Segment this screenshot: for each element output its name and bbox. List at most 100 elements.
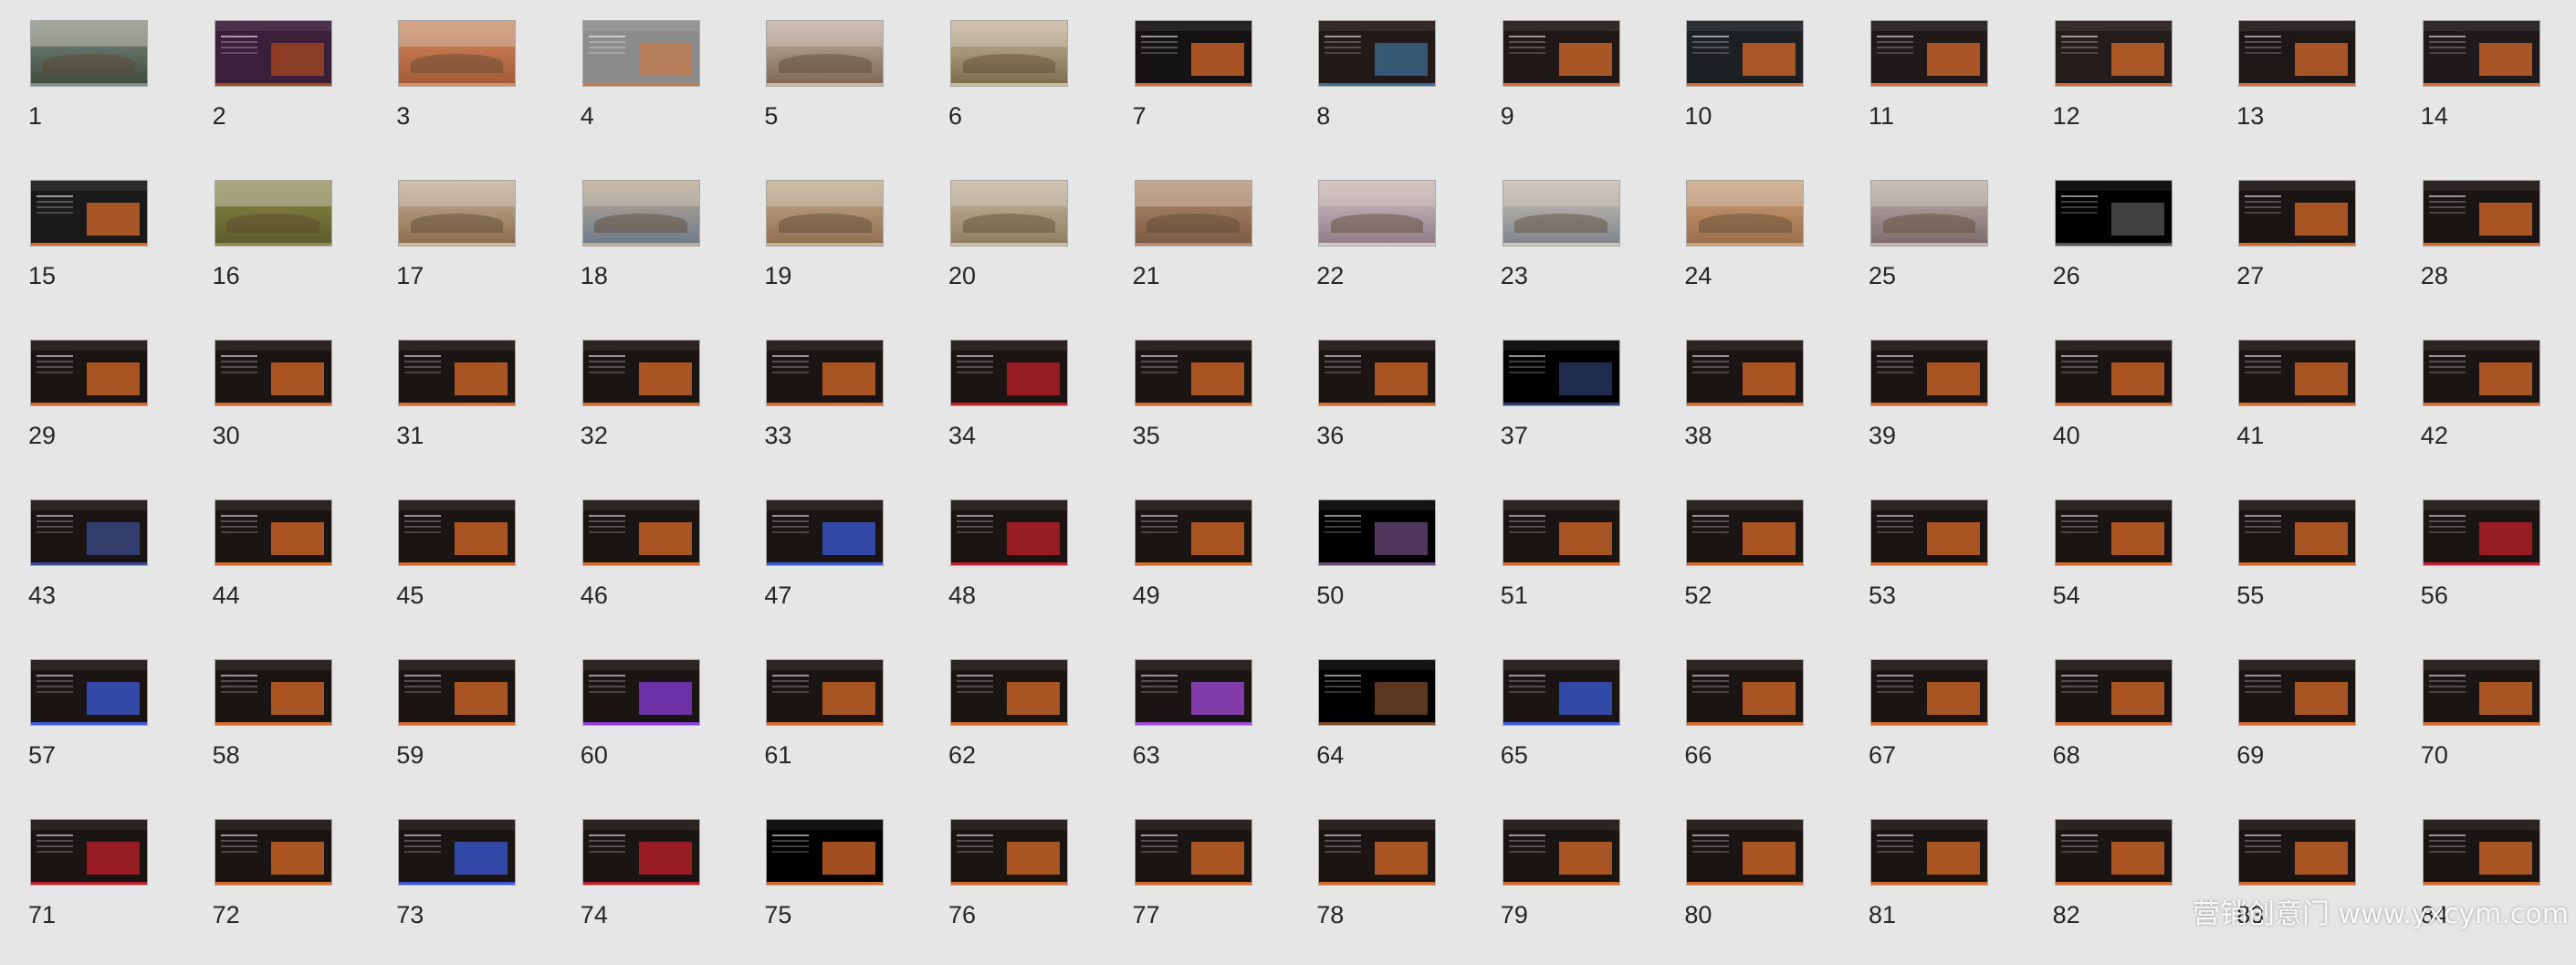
slide-thumbnail-item[interactable]: 54 <box>2053 499 2217 645</box>
slide-thumbnail-item[interactable]: 40 <box>2053 340 2217 486</box>
slide-thumbnail-item[interactable]: 4 <box>581 20 745 166</box>
slide-thumbnail-item[interactable]: 25 <box>1869 180 2033 326</box>
slide-thumbnail-item[interactable]: 80 <box>1684 819 1848 965</box>
slide-preview-image[interactable] <box>581 819 700 886</box>
slide-preview-image[interactable] <box>1318 340 1437 406</box>
slide-thumbnail-item[interactable]: 36 <box>1316 340 1481 486</box>
slide-thumbnail-item[interactable]: 39 <box>1869 340 2033 486</box>
slide-preview-image[interactable] <box>1318 819 1437 886</box>
slide-thumbnail-item[interactable]: 66 <box>1684 659 1848 805</box>
slide-thumbnail-item[interactable]: 6 <box>948 20 1113 166</box>
slide-thumbnail-item[interactable]: 19 <box>764 180 928 326</box>
slide-preview-image[interactable] <box>950 180 1068 246</box>
slide-preview-image[interactable] <box>581 20 700 87</box>
slide-thumbnail-item[interactable]: 84 <box>2421 819 2576 965</box>
slide-thumbnail-item[interactable]: 37 <box>1501 340 1665 486</box>
slide-preview-image[interactable] <box>1870 340 1988 406</box>
slide-thumbnail-item[interactable]: 17 <box>396 180 560 326</box>
slide-thumbnail-item[interactable]: 61 <box>764 659 928 805</box>
slide-thumbnail-item[interactable]: 83 <box>2236 819 2401 965</box>
slide-preview-image[interactable] <box>1870 499 1988 566</box>
slide-thumbnail-item[interactable]: 12 <box>2053 20 2217 166</box>
slide-preview-image[interactable] <box>1134 659 1252 726</box>
slide-thumbnail-item[interactable]: 76 <box>948 819 1113 965</box>
slide-preview-image[interactable] <box>1686 340 1805 406</box>
slide-thumbnail-item[interactable]: 34 <box>948 340 1113 486</box>
slide-preview-image[interactable] <box>2238 20 2357 87</box>
slide-preview-image[interactable] <box>766 819 885 886</box>
slide-preview-image[interactable] <box>1134 499 1252 566</box>
slide-preview-image[interactable] <box>1318 499 1437 566</box>
slide-thumbnail-item[interactable]: 22 <box>1316 180 1481 326</box>
slide-preview-image[interactable] <box>2422 340 2540 406</box>
slide-preview-image[interactable] <box>1686 499 1805 566</box>
slide-preview-image[interactable] <box>950 499 1068 566</box>
slide-thumbnail-item[interactable]: 50 <box>1316 499 1481 645</box>
slide-thumbnail-item[interactable]: 14 <box>2421 20 2576 166</box>
slide-preview-image[interactable] <box>950 819 1068 886</box>
slide-preview-image[interactable] <box>950 340 1068 406</box>
slide-preview-image[interactable] <box>766 340 885 406</box>
slide-preview-image[interactable] <box>766 499 885 566</box>
slide-thumbnail-item[interactable]: 1 <box>28 20 193 166</box>
slide-thumbnail-item[interactable]: 69 <box>2236 659 2401 805</box>
slide-thumbnail-item[interactable]: 73 <box>396 819 560 965</box>
slide-preview-image[interactable] <box>2054 819 2173 886</box>
slide-thumbnail-item[interactable]: 45 <box>396 499 560 645</box>
slide-preview-image[interactable] <box>2054 499 2173 566</box>
slide-thumbnail-item[interactable]: 59 <box>396 659 560 805</box>
slide-thumbnail-item[interactable]: 75 <box>764 819 928 965</box>
slide-thumbnail-item[interactable]: 44 <box>213 499 377 645</box>
slide-thumbnail-item[interactable]: 48 <box>948 499 1113 645</box>
slide-thumbnail-item[interactable]: 52 <box>1684 499 1848 645</box>
slide-thumbnail-item[interactable]: 13 <box>2236 20 2401 166</box>
slide-thumbnail-item[interactable]: 49 <box>1133 499 1297 645</box>
slide-preview-image[interactable] <box>581 659 700 726</box>
slide-thumbnail-item[interactable]: 35 <box>1133 340 1297 486</box>
slide-thumbnail-item[interactable]: 79 <box>1501 819 1665 965</box>
slide-thumbnail-item[interactable]: 71 <box>28 819 193 965</box>
slide-preview-image[interactable] <box>398 340 517 406</box>
slide-preview-image[interactable] <box>2422 20 2540 87</box>
slide-preview-image[interactable] <box>2054 659 2173 726</box>
slide-preview-image[interactable] <box>2054 20 2173 87</box>
slide-preview-image[interactable] <box>30 659 148 726</box>
slide-thumbnail-item[interactable]: 11 <box>1869 20 2033 166</box>
slide-thumbnail-item[interactable]: 56 <box>2421 499 2576 645</box>
slide-thumbnail-item[interactable]: 16 <box>213 180 377 326</box>
slide-preview-image[interactable] <box>1502 340 1620 406</box>
slide-preview-image[interactable] <box>1870 659 1988 726</box>
slide-preview-image[interactable] <box>1870 819 1988 886</box>
slide-thumbnail-item[interactable]: 64 <box>1316 659 1481 805</box>
slide-thumbnail-item[interactable]: 7 <box>1133 20 1297 166</box>
slide-preview-image[interactable] <box>1134 180 1252 246</box>
slide-thumbnail-item[interactable]: 77 <box>1133 819 1297 965</box>
slide-thumbnail-item[interactable]: 42 <box>2421 340 2576 486</box>
slide-thumbnail-item[interactable]: 55 <box>2236 499 2401 645</box>
slide-preview-image[interactable] <box>1134 340 1252 406</box>
slide-thumbnail-item[interactable]: 5 <box>764 20 928 166</box>
slide-thumbnail-item[interactable]: 26 <box>2053 180 2217 326</box>
slide-thumbnail-item[interactable]: 47 <box>764 499 928 645</box>
slide-preview-image[interactable] <box>2422 819 2540 886</box>
slide-thumbnail-item[interactable]: 63 <box>1133 659 1297 805</box>
slide-thumbnail-item[interactable]: 58 <box>213 659 377 805</box>
slide-thumbnail-item[interactable]: 43 <box>28 499 193 645</box>
slide-thumbnail-item[interactable]: 74 <box>581 819 745 965</box>
slide-thumbnail-item[interactable]: 18 <box>581 180 745 326</box>
slide-preview-image[interactable] <box>1502 499 1620 566</box>
slide-thumbnail-item[interactable]: 8 <box>1316 20 1481 166</box>
slide-thumbnail-item[interactable]: 38 <box>1684 340 1848 486</box>
slide-thumbnail-item[interactable]: 33 <box>764 340 928 486</box>
slide-preview-image[interactable] <box>2054 340 2173 406</box>
slide-preview-image[interactable] <box>1502 819 1620 886</box>
slide-preview-image[interactable] <box>1318 180 1437 246</box>
slide-thumbnail-item[interactable]: 10 <box>1684 20 1848 166</box>
slide-preview-image[interactable] <box>1686 180 1805 246</box>
slide-preview-image[interactable] <box>1686 20 1805 87</box>
slide-preview-image[interactable] <box>398 180 517 246</box>
slide-preview-image[interactable] <box>1318 20 1437 87</box>
slide-preview-image[interactable] <box>950 659 1068 726</box>
slide-thumbnail-item[interactable]: 3 <box>396 20 560 166</box>
slide-preview-image[interactable] <box>1502 180 1620 246</box>
